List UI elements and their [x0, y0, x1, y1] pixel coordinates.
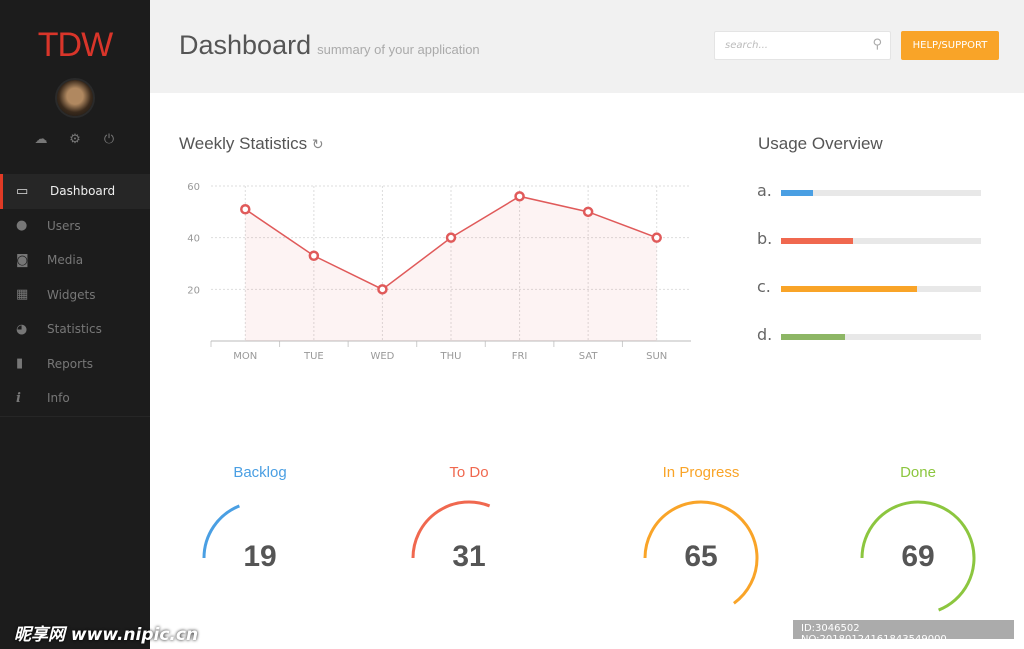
watermark-logo: 昵享网 www.nipic.cn: [14, 625, 199, 645]
avatar[interactable]: [57, 80, 93, 116]
gauge-label: To Do: [449, 464, 489, 481]
x-tick-label: MON: [233, 351, 257, 362]
gauge-to-do: To Do 31: [399, 460, 539, 620]
x-tick-label: TUE: [303, 351, 324, 362]
x-tick-label: FRI: [512, 351, 528, 362]
x-tick-label: SUN: [646, 351, 667, 362]
sidebar-item-dashboard[interactable]: ▭ Dashboard: [0, 174, 150, 209]
x-tick-label: SAT: [579, 351, 599, 362]
camera-icon: ◙: [16, 252, 29, 268]
weekly-statistics-heading: Weekly Statistics ↻: [179, 134, 324, 154]
data-point-tue[interactable]: [308, 250, 320, 261]
x-tick-label: WED: [370, 351, 394, 362]
usage-row: c.: [757, 277, 981, 297]
search-placeholder: search...: [725, 40, 768, 51]
usage-bar-fill: [781, 190, 813, 196]
user-icon: ●: [16, 218, 28, 234]
search-input[interactable]: search... ⚲: [714, 31, 891, 60]
usage-label: d.: [757, 325, 773, 344]
monitor-icon: ▭: [16, 183, 29, 199]
usage-bar-fill: [781, 238, 853, 244]
data-point-mon[interactable]: [240, 204, 251, 215]
sidebar-item-label: Widgets: [47, 287, 96, 302]
usage-label: b.: [757, 229, 773, 248]
sidebar-item-label: Reports: [47, 356, 94, 371]
usage-row: b.: [757, 229, 981, 249]
sidebar-item-reports[interactable]: ▮ Reports: [0, 347, 150, 382]
watermark-id: ID:3046502 NO:20180124161843549000: [793, 620, 1014, 645]
data-point-thu[interactable]: [445, 232, 457, 243]
usage-label: c.: [757, 277, 771, 296]
x-tick-label: THU: [440, 351, 462, 362]
usage-label: a.: [757, 181, 772, 200]
logo: TDW: [37, 26, 113, 64]
weekly-statistics-title: Weekly Statistics: [179, 134, 308, 153]
data-point-fri[interactable]: [514, 191, 525, 202]
data-point-sat[interactable]: [582, 206, 594, 218]
usage-bar-track: [781, 334, 981, 340]
usage-bar-track: [781, 190, 981, 196]
sidebar-item-info[interactable]: i Info: [0, 381, 150, 416]
sidebar-nav: ▭ Dashboard ● Users ◙ Media ▦ Widgets ◕ Stati…: [0, 174, 150, 417]
gauge-label: Backlog: [233, 464, 287, 481]
refresh-icon[interactable]: ↻: [312, 136, 324, 152]
power-icon[interactable]: ⏻: [102, 132, 116, 147]
cloud-upload-icon[interactable]: ☁: [34, 132, 48, 147]
pie-chart-icon: ◕: [16, 321, 28, 337]
page-subtitle: summary of your application: [317, 42, 480, 57]
page-title: Dashboard: [179, 30, 312, 60]
usage-bar-fill: [781, 286, 917, 292]
sidebar: TDW ☁ ⚙ ⏻ ▭ Dashboard ● Users ◙ Media ▦ Widg…: [0, 0, 150, 649]
sidebar-item-label: Users: [47, 218, 81, 233]
usage-bar-fill: [781, 334, 845, 340]
usage-row: d.: [757, 325, 981, 345]
weekly-chart: 20 40 60 MON TUE WED THU FRI SAT SUN: [187, 182, 691, 362]
usage-bar-track: [781, 238, 981, 244]
gauge-label: In Progress: [662, 464, 740, 481]
grid-icon: ▦: [16, 287, 29, 303]
gauge-value: 31: [452, 540, 486, 573]
info-icon: i: [16, 390, 21, 406]
sidebar-item-label: Media: [47, 253, 84, 268]
y-tick-label: 40: [187, 234, 200, 245]
sidebar-item-statistics[interactable]: ◕ Statistics: [0, 312, 150, 347]
gauge-value: 65: [684, 540, 718, 573]
data-point-wed[interactable]: [377, 284, 388, 295]
y-tick-label: 60: [187, 182, 200, 193]
sidebar-item-label: Dashboard: [50, 184, 116, 199]
sidebar-item-label: Info: [47, 391, 70, 406]
document-icon: ▮: [16, 356, 24, 372]
help-support-button[interactable]: HELP/SUPPORT: [901, 31, 999, 60]
sidebar-item-label: Statistics: [47, 322, 102, 337]
gauge-backlog: Backlog 19: [190, 460, 330, 620]
gauge-value: 19: [243, 540, 277, 573]
gauge-done: Done 69: [848, 460, 988, 620]
gear-icon[interactable]: ⚙: [68, 132, 82, 147]
search-icon[interactable]: ⚲: [872, 37, 882, 52]
usage-overview-title: Usage Overview: [758, 134, 883, 153]
usage-row: a.: [757, 181, 981, 201]
header: Dashboard summary of your application sea…: [150, 0, 1024, 93]
sidebar-item-users[interactable]: ● Users: [0, 209, 150, 244]
gauge-value: 69: [901, 540, 935, 573]
sidebar-item-media[interactable]: ◙ Media: [0, 243, 150, 278]
usage-bar-track: [781, 286, 981, 292]
sidebar-item-widgets[interactable]: ▦ Widgets: [0, 278, 150, 313]
gauge-label: Done: [900, 464, 936, 481]
data-point-sun[interactable]: [651, 232, 662, 243]
y-tick-label: 20: [187, 285, 200, 296]
gauge-in-progress: In Progress 65: [631, 460, 771, 620]
